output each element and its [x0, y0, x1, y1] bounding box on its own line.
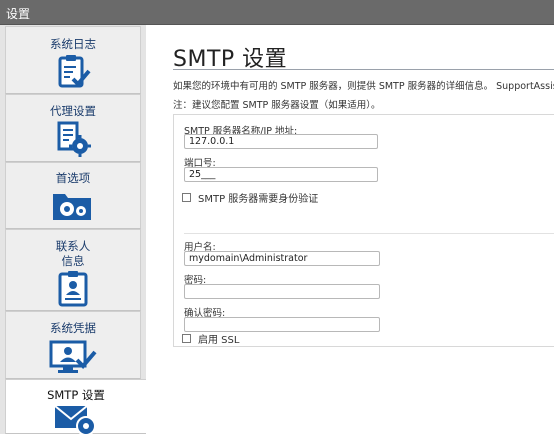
server-input[interactable] [184, 134, 378, 149]
password-input[interactable] [184, 284, 380, 299]
sidebar: 系统日志 代理设置 首选项 联系人 信息 系统凭据 SMTP 设置 [0, 25, 147, 436]
confirm-password-input[interactable] [184, 317, 380, 332]
sidebar-item-preferences[interactable]: 首选项 [5, 162, 141, 229]
port-input[interactable] [184, 167, 378, 182]
sidebar-item-smtp-settings[interactable]: SMTP 设置 [5, 379, 147, 436]
system-log-icon [54, 55, 92, 93]
preferences-icon [51, 188, 95, 226]
smtp-settings-panel: SMTP 设置 如果您的环境中有可用的 SMTP 服务器，则提供 SMTP 服务… [146, 25, 554, 434]
auth-credentials-group: 用户名: 密码: 确认密码: [184, 233, 554, 345]
sidebar-item-label: 代理设置 [50, 104, 96, 118]
sidebar-item-label: 系统凭据 [50, 321, 96, 335]
auth-checkbox-row[interactable]: SMTP 服务器需要身份验证 [182, 190, 318, 205]
smtp-form: SMTP 服务器名称/IP 地址: 端口号: SMTP 服务器需要身份验证 用户… [173, 114, 554, 347]
sidebar-item-system-credentials[interactable]: 系统凭据 [5, 311, 141, 379]
proxy-settings-icon [54, 121, 92, 161]
username-input[interactable] [184, 251, 380, 266]
sidebar-item-label: SMTP 设置 [47, 388, 105, 402]
ssl-checkbox-label: 启用 SSL [198, 335, 240, 346]
sidebar-item-proxy-settings[interactable]: 代理设置 [5, 94, 141, 162]
auth-checkbox-label: SMTP 服务器需要身份验证 [198, 194, 319, 205]
sidebar-item-label: 系统日志 [50, 37, 96, 51]
sidebar-item-system-log[interactable]: 系统日志 [5, 26, 141, 94]
sidebar-item-label: 首选项 [55, 171, 91, 185]
sidebar-item-contact-info[interactable]: 联系人 信息 [5, 229, 141, 311]
title-divider [173, 69, 554, 70]
system-credentials-icon [49, 340, 97, 378]
ssl-checkbox-row[interactable]: 启用 SSL [182, 331, 239, 346]
smtp-description: 如果您的环境中有可用的 SMTP 服务器，则提供 SMTP 服务器的详细信息。 … [173, 81, 554, 92]
sidebar-item-label-line1: 联系人 [55, 239, 91, 253]
auth-checkbox[interactable] [182, 193, 191, 202]
title-bar: 设置 [0, 0, 554, 25]
ssl-checkbox[interactable] [182, 334, 191, 343]
window-title: 设置 [6, 7, 31, 21]
contact-info-icon [56, 271, 90, 311]
smtp-note: 注：建议您配置 SMTP 服务器设置（如果适用）。 [173, 100, 381, 111]
sidebar-item-label-line2: 信息 [61, 254, 85, 268]
